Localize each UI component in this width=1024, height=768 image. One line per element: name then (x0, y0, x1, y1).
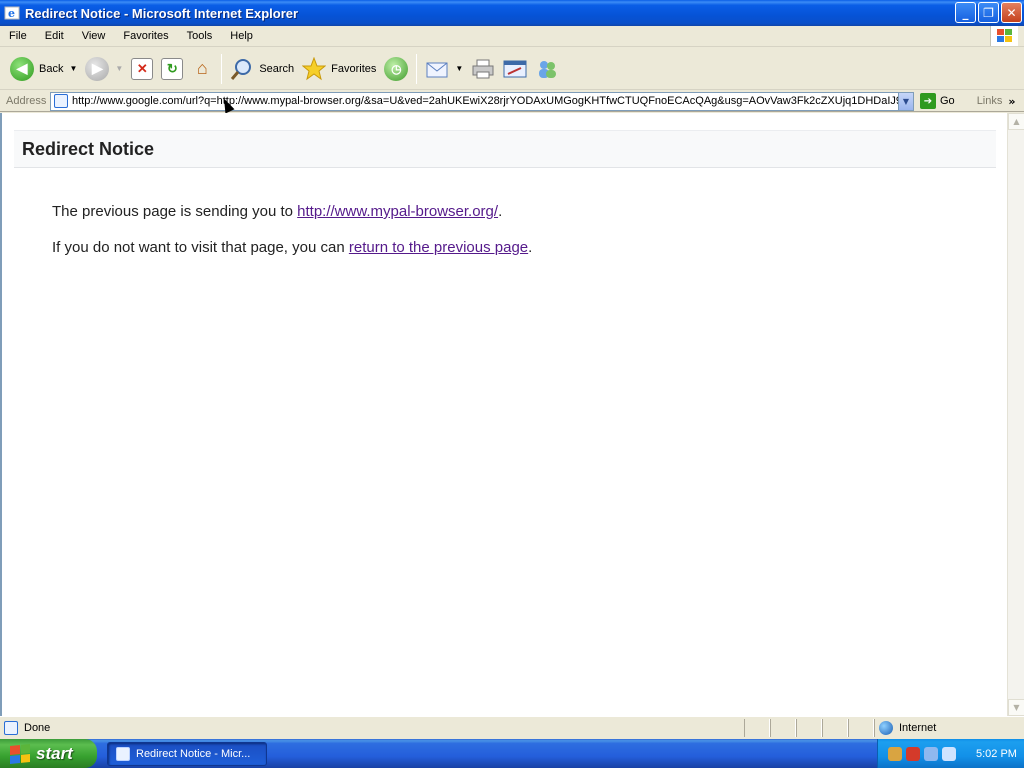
refresh-icon: ↻ (161, 57, 184, 80)
star-icon (302, 56, 327, 80)
links-label[interactable]: Links (977, 95, 1003, 107)
vertical-scrollbar[interactable]: ▲ ▼ (1007, 113, 1024, 716)
redirect-message-text: The previous page is sending you to (52, 203, 298, 220)
menu-tools[interactable]: Tools (178, 30, 222, 42)
back-button[interactable]: ◀ Back ▼ (6, 52, 81, 86)
window-controls: _ ❐ ✕ (955, 2, 1022, 23)
messenger-icon (539, 60, 557, 78)
refresh-button[interactable]: ↻ (157, 52, 187, 86)
history-icon: ◷ (384, 56, 409, 81)
status-segment (744, 719, 770, 737)
ie-app-icon: e (4, 5, 20, 21)
page-icon (54, 94, 68, 108)
mail-button[interactable]: ▼ (421, 52, 467, 86)
status-segment (770, 719, 796, 737)
toolbar-separator (221, 53, 223, 84)
clock[interactable]: 5:02 PM (976, 748, 1017, 760)
go-button[interactable]: ➔ Go (920, 93, 955, 109)
go-arrow-icon: ➔ (920, 93, 936, 109)
zone-label: Internet (899, 722, 937, 734)
redirect-message-period: . (498, 203, 503, 220)
menu-favorites[interactable]: Favorites (114, 30, 177, 42)
status-segment (822, 719, 848, 737)
status-segment (796, 719, 822, 737)
forward-dropdown-icon[interactable]: ▼ (115, 64, 123, 73)
minimize-button[interactable]: _ (955, 2, 976, 23)
printer-icon (472, 59, 494, 78)
start-label: start (36, 743, 73, 763)
edit-button[interactable] (499, 52, 531, 86)
return-message-period: . (528, 239, 533, 256)
stop-button[interactable]: ✕ (127, 52, 157, 86)
page-content: Redirect Notice The previous page is sen… (0, 113, 1024, 716)
title-bar: e Redirect Notice - Microsoft Internet E… (0, 0, 1024, 26)
destination-link[interactable]: http://www.mypal-browser.org/ (297, 203, 498, 220)
notice-header: Redirect Notice (14, 130, 996, 168)
menu-bar: File Edit View Favorites Tools Help (0, 26, 1024, 47)
toolbar-separator (416, 53, 418, 84)
address-dropdown-icon[interactable]: ▼ (898, 92, 913, 110)
security-zone: Internet (874, 719, 1024, 737)
return-message: If you do not want to visit that page, y… (52, 239, 532, 256)
back-label: Back (39, 62, 64, 75)
connection-icon[interactable] (924, 746, 938, 761)
menu-help[interactable]: Help (221, 30, 262, 42)
svg-text:e: e (8, 7, 15, 20)
stop-icon: ✕ (131, 57, 154, 80)
security-shield-icon[interactable] (906, 746, 920, 761)
back-dropdown-icon[interactable]: ▼ (69, 64, 77, 73)
home-icon: ⌂ (196, 58, 208, 78)
address-field[interactable]: http://www.google.com/url?q=http://www.m… (50, 91, 914, 111)
network-icon[interactable] (888, 746, 902, 761)
window-title: Redirect Notice - Microsoft Internet Exp… (25, 5, 299, 21)
edit-page-icon (503, 60, 527, 77)
address-label: Address (6, 95, 47, 107)
page-title: Redirect Notice (22, 138, 155, 159)
page-done-icon (4, 721, 18, 735)
mail-dropdown-icon[interactable]: ▼ (455, 64, 463, 73)
return-message-text: If you do not want to visit that page, y… (52, 239, 349, 256)
taskbar-window-title: Redirect Notice - Micr... (136, 747, 251, 760)
system-tray: 5:02 PM (877, 739, 1024, 768)
windows-logo-icon (990, 26, 1018, 46)
toolbar: ◀ Back ▼ ▶ ▼ ✕ ↻ ⌂ Search Favorites ◷ ▼ (0, 48, 1024, 90)
search-icon (231, 58, 252, 80)
maximize-button[interactable]: ❐ (978, 2, 999, 23)
ie-page-icon (116, 746, 130, 761)
menu-edit[interactable]: Edit (36, 30, 73, 42)
volume-icon[interactable] (942, 746, 956, 761)
address-url[interactable]: http://www.google.com/url?q=http://www.m… (72, 95, 898, 107)
back-arrow-icon: ◀ (10, 56, 34, 81)
return-link[interactable]: return to the previous page (349, 239, 528, 256)
forward-arrow-icon: ▶ (85, 56, 110, 81)
taskbar: start Redirect Notice - Micr... 5:02 PM (0, 739, 1024, 768)
history-button[interactable]: ◷ (380, 52, 412, 86)
favorites-label: Favorites (331, 62, 377, 75)
start-button[interactable]: start (0, 739, 97, 768)
print-button[interactable] (467, 52, 499, 86)
messenger-button[interactable] (531, 52, 563, 86)
favorites-button[interactable]: Favorites (298, 52, 380, 86)
scroll-up-icon[interactable]: ▲ (1008, 113, 1024, 130)
home-button[interactable]: ⌂ (187, 52, 217, 86)
status-bar: Done Internet (0, 716, 1024, 739)
mail-icon (426, 62, 448, 77)
close-button[interactable]: ✕ (1001, 2, 1022, 23)
windows-flag-icon (10, 743, 30, 764)
redirect-message: The previous page is sending you to http… (52, 203, 502, 220)
status-segment (848, 719, 874, 737)
links-more-icon[interactable]: » (1008, 95, 1015, 108)
taskbar-window-item[interactable]: Redirect Notice - Micr... (107, 741, 267, 766)
go-label: Go (940, 95, 955, 107)
forward-button[interactable]: ▶ ▼ (81, 52, 127, 86)
menu-file[interactable]: File (0, 30, 36, 42)
menu-view[interactable]: View (73, 30, 115, 42)
scroll-down-icon[interactable]: ▼ (1008, 699, 1024, 716)
address-bar: Address http://www.google.com/url?q=http… (0, 91, 1024, 112)
search-label: Search (259, 62, 295, 75)
status-text: Done (24, 722, 51, 734)
globe-icon (879, 721, 893, 735)
search-button[interactable]: Search (226, 52, 298, 86)
